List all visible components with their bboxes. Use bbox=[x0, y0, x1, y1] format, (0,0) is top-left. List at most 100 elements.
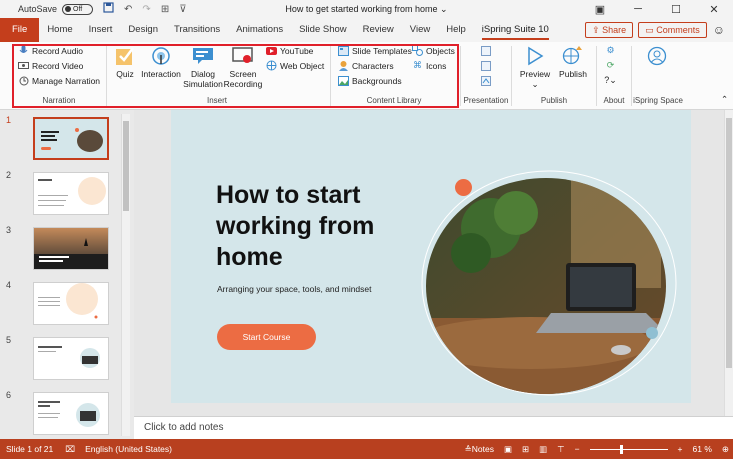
save-icon[interactable] bbox=[103, 2, 114, 16]
document-title-text: How to get started working from home bbox=[285, 3, 438, 14]
present-icon[interactable]: ⊞ bbox=[161, 4, 169, 15]
ribbon-tabs: File Home Insert Design Transitions Anim… bbox=[0, 18, 733, 42]
player-button[interactable] bbox=[480, 60, 494, 71]
redo-icon[interactable]: ↷ bbox=[142, 4, 150, 15]
toggle-dot bbox=[65, 6, 72, 12]
tab-help[interactable]: Help bbox=[438, 18, 474, 42]
accessibility-icon[interactable]: ⌧ bbox=[65, 444, 75, 455]
tab-view[interactable]: View bbox=[402, 18, 438, 42]
slide-thumbnail[interactable] bbox=[33, 282, 109, 325]
notes-toggle[interactable]: ≙Notes bbox=[465, 444, 494, 455]
thumbnail-number: 2 bbox=[6, 170, 12, 180]
start-course-button[interactable]: Start Course bbox=[217, 324, 316, 350]
minimize-icon[interactable]: ─ bbox=[619, 3, 657, 15]
ispring-space-group-label: iSpring Space bbox=[633, 96, 683, 105]
slide-properties-button[interactable] bbox=[480, 75, 494, 86]
decorative-blue-dot bbox=[646, 327, 658, 339]
slide-thumbnail[interactable] bbox=[33, 172, 109, 215]
tab-insert[interactable]: Insert bbox=[81, 18, 121, 42]
publish-button[interactable]: Publish bbox=[556, 45, 590, 79]
tab-ispring-suite[interactable]: iSpring Suite 10 bbox=[474, 18, 557, 42]
tab-transitions[interactable]: Transitions bbox=[166, 18, 228, 42]
ribbon-display-icon[interactable]: ▣ bbox=[581, 3, 619, 16]
player-icon bbox=[480, 60, 491, 71]
collapse-ribbon-icon[interactable]: ⌃ bbox=[721, 94, 728, 105]
undo-icon[interactable]: ↶ bbox=[124, 4, 132, 15]
slide-thumbnail[interactable] bbox=[33, 337, 109, 380]
customize-toolbar-icon[interactable]: ⊽ bbox=[179, 4, 186, 15]
slide-title[interactable]: How to start working from home bbox=[216, 180, 416, 273]
zoom-out-icon[interactable]: − bbox=[575, 444, 580, 454]
tab-design[interactable]: Design bbox=[120, 18, 166, 42]
comments-button[interactable]: ▭ Comments bbox=[638, 22, 707, 38]
reading-view-icon[interactable]: ▥ bbox=[539, 444, 547, 455]
thumbnail-number: 6 bbox=[6, 390, 12, 400]
thumbnail-scrollbar[interactable] bbox=[121, 114, 130, 436]
zoom-slider[interactable] bbox=[589, 444, 668, 454]
presentation-group-label: Presentation bbox=[463, 96, 509, 105]
zoom-in-icon[interactable]: + bbox=[678, 444, 683, 454]
maximize-icon[interactable]: ☐ bbox=[657, 3, 695, 16]
settings-button[interactable]: ⚙ bbox=[605, 45, 619, 56]
zoom-knob[interactable] bbox=[619, 444, 623, 454]
tab-slide-show[interactable]: Slide Show bbox=[291, 18, 355, 42]
help-icon: ?⌄ bbox=[604, 75, 617, 85]
preview-button[interactable]: Preview ⌄ bbox=[518, 45, 552, 89]
close-icon[interactable]: ✕ bbox=[695, 3, 733, 16]
refresh-icon: ⟳ bbox=[606, 60, 615, 70]
tab-animations[interactable]: Animations bbox=[228, 18, 291, 42]
play-icon bbox=[524, 45, 546, 67]
preview-label: Preview bbox=[519, 69, 551, 79]
slide-thumbnail[interactable] bbox=[33, 117, 109, 160]
autosave-toggle[interactable]: Off bbox=[62, 3, 94, 15]
thumbnail-number: 3 bbox=[6, 225, 12, 235]
comments-label: Comments bbox=[656, 25, 700, 35]
slide-thumbnail[interactable] bbox=[33, 227, 109, 270]
tab-home[interactable]: Home bbox=[39, 18, 80, 42]
slide-thumbnail[interactable] bbox=[33, 392, 109, 435]
update-button[interactable]: ⟳ bbox=[605, 60, 619, 71]
highlight-box bbox=[12, 44, 459, 108]
notes-label: Notes bbox=[471, 443, 494, 454]
normal-view-icon[interactable]: ▣ bbox=[504, 444, 512, 455]
slide-counter: Slide 1 of 21 bbox=[6, 444, 54, 454]
tab-review[interactable]: Review bbox=[355, 18, 402, 42]
notes-pane[interactable]: Click to add notes bbox=[134, 416, 733, 439]
presentation-resources-button[interactable] bbox=[480, 45, 494, 56]
decorative-orange-dot bbox=[455, 179, 472, 196]
title-bar: AutoSave Off ↶ ↷ ⊞ ⊽ How to get started … bbox=[0, 0, 733, 18]
slide-subtitle[interactable]: Arranging your space, tools, and mindset bbox=[217, 284, 372, 294]
autosave-label: AutoSave bbox=[18, 4, 58, 14]
thumbnail-number: 4 bbox=[6, 280, 12, 290]
ispring-space-button[interactable] bbox=[640, 45, 674, 69]
publish-group-label: Publish bbox=[540, 96, 568, 105]
notes-icon: ≙ bbox=[464, 443, 472, 454]
help-button[interactable]: ?⌄ bbox=[604, 75, 619, 86]
slideshow-icon[interactable]: ⊤ bbox=[557, 444, 564, 455]
publish-label: Publish bbox=[559, 69, 587, 79]
tab-file[interactable]: File bbox=[0, 18, 40, 42]
feedback-icon[interactable]: ☺ bbox=[713, 23, 725, 37]
presentation-resources-icon bbox=[480, 45, 491, 56]
fit-to-window-icon[interactable]: ⊕ bbox=[722, 444, 729, 455]
scroll-thumb[interactable] bbox=[726, 118, 732, 368]
slide-scrollbar[interactable] bbox=[724, 110, 733, 416]
publish-globe-icon bbox=[562, 45, 584, 67]
title-caret: ⌄ bbox=[440, 3, 448, 14]
thumbnail-number: 5 bbox=[6, 335, 12, 345]
slide-properties-icon bbox=[480, 75, 491, 86]
language-indicator[interactable]: English (United States) bbox=[85, 444, 172, 454]
zoom-level[interactable]: 61 % bbox=[693, 444, 712, 454]
slide[interactable]: How to start working from home Arranging… bbox=[171, 110, 691, 403]
share-label: Share bbox=[602, 25, 627, 35]
chevron-down-icon: ⌄ bbox=[531, 79, 539, 89]
workspace-photo[interactable] bbox=[421, 168, 681, 398]
share-button[interactable]: ⇪ Share bbox=[585, 22, 634, 38]
gear-icon: ⚙ bbox=[606, 45, 615, 55]
notes-placeholder[interactable]: Click to add notes bbox=[144, 422, 224, 433]
slide-sorter-icon[interactable]: ⊞ bbox=[522, 444, 529, 455]
status-bar: Slide 1 of 21 ⌧ English (United States) … bbox=[0, 439, 733, 459]
scroll-thumb[interactable] bbox=[123, 121, 129, 211]
autosave-state: Off bbox=[73, 5, 83, 13]
share-icon: ⇪ bbox=[592, 24, 603, 35]
